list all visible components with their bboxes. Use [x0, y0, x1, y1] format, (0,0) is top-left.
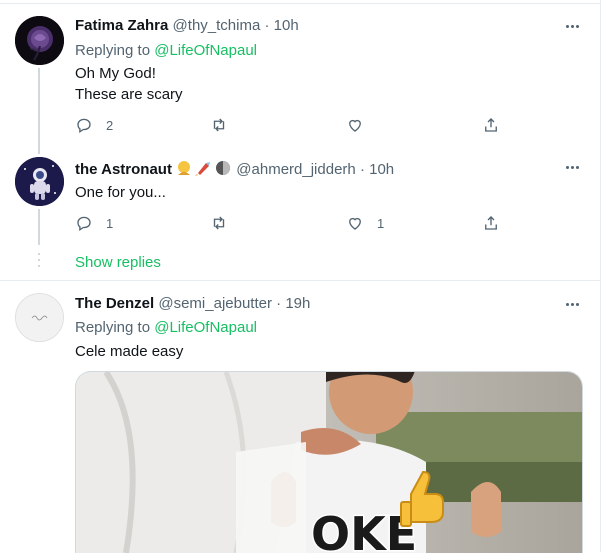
tweet-text-line: Cele made easy [75, 343, 184, 360]
tweet-media-image[interactable]: OKE [75, 371, 583, 553]
share-icon [485, 216, 497, 230]
rose-avatar-image [15, 16, 64, 65]
handle[interactable]: @thy_tchima [173, 17, 261, 34]
like-button[interactable]: 1 [346, 212, 384, 234]
replying-prefix: Replying to [75, 319, 151, 336]
replying-prefix: Replying to [75, 42, 151, 59]
retweet-button[interactable] [210, 114, 228, 136]
divider [0, 280, 600, 281]
separator: · [264, 17, 270, 34]
like-count: 1 [377, 215, 385, 231]
avatar[interactable] [15, 293, 64, 342]
tweet-text: Cele made easy [75, 341, 183, 362]
emoji-icon [178, 161, 231, 176]
reply-icon [77, 216, 91, 232]
reply-count: 1 [106, 215, 114, 231]
show-replies-link[interactable]: Show replies [75, 254, 161, 271]
photo: OKE [76, 372, 582, 553]
tweet-header: the Astronaut @ahmerd_jidderh · 10h [75, 159, 394, 181]
handle[interactable]: @ahmerd_jidderh [236, 161, 355, 178]
astronaut-avatar-image [15, 157, 64, 206]
timestamp[interactable]: 10h [274, 17, 299, 34]
timeline: Fatima Zahra @thy_tchima · 10h Replying … [0, 0, 601, 553]
share-icon [485, 118, 497, 132]
timestamp[interactable]: 19h [285, 295, 310, 312]
reply-icon [77, 118, 91, 134]
like-button[interactable] [346, 114, 364, 136]
reply-button[interactable]: 1 [75, 212, 113, 234]
avatar[interactable] [15, 157, 64, 206]
like-icon [349, 217, 361, 230]
avatar[interactable] [15, 16, 64, 65]
mention-link[interactable]: @LifeOfNapaul [154, 42, 257, 59]
tweet-header: The Denzel @semi_ajebutter · 19h [75, 295, 310, 312]
reply-button[interactable]: 2 [75, 114, 113, 136]
reply-count: 2 [106, 117, 114, 133]
separator: · [359, 160, 365, 178]
name-emoji-icons [176, 159, 232, 181]
timestamp[interactable]: 10h [369, 161, 394, 178]
tweet-text-line: These are scary [75, 86, 183, 103]
tweet-text-line: Oh My God! [75, 65, 156, 82]
tweet-text: One for you... [75, 182, 166, 203]
more-icon[interactable] [561, 19, 583, 33]
tweet-header: Fatima Zahra @thy_tchima · 10h [75, 17, 299, 34]
replying-to: Replying to @LifeOfNapaul [75, 319, 257, 336]
tweet-text-line: One for you... [75, 184, 166, 201]
action-bar: 1 1 [75, 212, 515, 234]
display-name[interactable]: Fatima Zahra [75, 17, 168, 34]
tweet-text: Oh My God! These are scary [75, 63, 183, 105]
separator: · [276, 295, 282, 312]
thread-line [38, 209, 40, 245]
handle[interactable]: @semi_ajebutter [158, 295, 272, 312]
display-name[interactable]: The Denzel [75, 295, 154, 312]
more-icon[interactable] [561, 297, 583, 311]
like-icon [349, 119, 361, 132]
mention-link[interactable]: @LifeOfNapaul [154, 319, 257, 336]
signature-avatar-image [16, 294, 63, 341]
more-icon[interactable] [561, 160, 583, 174]
thread-line [38, 68, 40, 154]
retweet-icon [213, 216, 225, 230]
display-name[interactable]: the Astronaut [75, 161, 172, 178]
share-button[interactable] [482, 212, 500, 234]
share-button[interactable] [482, 114, 500, 136]
retweet-icon [213, 118, 225, 132]
divider [0, 3, 600, 4]
action-bar: 2 [75, 114, 515, 136]
retweet-button[interactable] [210, 212, 228, 234]
thread-dots [38, 253, 40, 271]
replying-to: Replying to @LifeOfNapaul [75, 42, 257, 59]
